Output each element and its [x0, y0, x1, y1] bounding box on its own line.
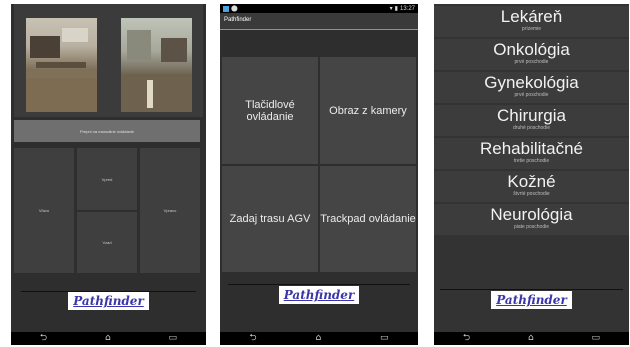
notification-icon: ⬤: [231, 6, 238, 12]
list-item-surgery[interactable]: Chirurgia druhé poschodie: [434, 105, 629, 136]
status-time: 13:27: [399, 5, 415, 12]
back-icon[interactable]: ⮌: [40, 334, 47, 343]
department-floor: prvé poschodie: [514, 92, 549, 98]
department-name: Lekáreň: [500, 7, 563, 26]
phone-screen-department-list: Lekáreň prízemie Onkológia prvé poschodi…: [434, 4, 629, 345]
recent-apps-icon[interactable]: ▭: [380, 334, 389, 343]
list-item-dermatology[interactable]: Kožné štvrté poschodie: [434, 171, 629, 202]
phone-screen-main-menu: ⬤ ▾ ▮ 13:27 Pathfinder Tlačidlové ovláda…: [220, 4, 418, 345]
department-floor: druhé poschodie: [513, 125, 550, 131]
department-name: Rehabilitačné: [479, 139, 583, 158]
set-agv-route-button[interactable]: Zadaj trasu AGV: [222, 166, 318, 272]
list-item-oncology[interactable]: Onkológia prvé poschodie: [434, 39, 629, 70]
home-icon[interactable]: ⌂: [528, 334, 534, 343]
camera-view-button[interactable]: Obraz z kamery: [320, 57, 416, 164]
recent-apps-icon[interactable]: ▭: [592, 334, 601, 343]
app-notification-icon: [223, 5, 229, 12]
wifi-icon: ▾: [389, 6, 393, 12]
department-floor: prízemie: [521, 26, 542, 32]
left-button[interactable]: Vľavo: [14, 148, 74, 273]
department-name: Chirurgia: [497, 106, 566, 125]
department-name: Gynekológia: [484, 73, 579, 92]
divider-line: [440, 289, 623, 290]
android-navbar: ⮌ ⌂ ▭: [11, 332, 206, 345]
phone-screen-camera-control: Prepni na manuálne ovládanie Vľavo Vpred…: [11, 4, 206, 345]
android-navbar: ⮌ ⌂ ▭: [220, 332, 418, 345]
home-icon[interactable]: ⌂: [105, 334, 111, 343]
pathfinder-logo: Pathfinder: [68, 292, 149, 310]
action-bar: Pathfinder: [220, 13, 418, 30]
forward-button[interactable]: Vpred: [77, 148, 137, 210]
recent-apps-icon[interactable]: ▭: [169, 334, 178, 343]
department-floor: tretie poschodie: [513, 158, 550, 164]
pathfinder-logo: Pathfinder: [491, 291, 572, 309]
department-floor: piate poschodie: [513, 224, 550, 230]
department-name: Kožné: [507, 172, 556, 191]
manual-control-button[interactable]: Prepni na manuálne ovládanie: [14, 120, 200, 142]
department-floor: prvé poschodie: [514, 59, 549, 65]
camera-image-left: [26, 18, 97, 112]
camera-image-right: [121, 18, 192, 112]
department-name: Neurológia: [490, 205, 573, 224]
android-navbar: ⮌ ⌂ ▭: [434, 332, 629, 345]
home-icon[interactable]: ⌂: [315, 334, 321, 343]
department-floor: štvrté poschodie: [513, 191, 550, 197]
department-name: Onkológia: [493, 40, 570, 59]
list-item-neurology[interactable]: Neurológia piate poschodie: [434, 204, 629, 235]
back-icon[interactable]: ⮌: [463, 334, 470, 343]
camera-panel: [14, 4, 203, 117]
right-button[interactable]: Vpravo: [140, 148, 200, 273]
button-controls-button[interactable]: Tlačidlové ovládanie: [222, 57, 318, 164]
backward-button[interactable]: Vzad: [77, 212, 137, 273]
list-item-gynecology[interactable]: Gynekológia prvé poschodie: [434, 72, 629, 103]
list-item-rehabilitation[interactable]: Rehabilitačné tretie poschodie: [434, 138, 629, 169]
pathfinder-logo: Pathfinder: [278, 286, 360, 304]
back-icon[interactable]: ⮌: [249, 334, 256, 343]
battery-icon: ▮: [394, 6, 398, 12]
list-item-pharmacy[interactable]: Lekáreň prízemie: [434, 6, 629, 37]
divider-line: [228, 284, 410, 285]
status-bar: ⬤ ▾ ▮ 13:27: [220, 4, 418, 13]
app-title: Pathfinder: [224, 17, 252, 23]
trackpad-control-button[interactable]: Trackpad ovládanie: [320, 166, 416, 272]
